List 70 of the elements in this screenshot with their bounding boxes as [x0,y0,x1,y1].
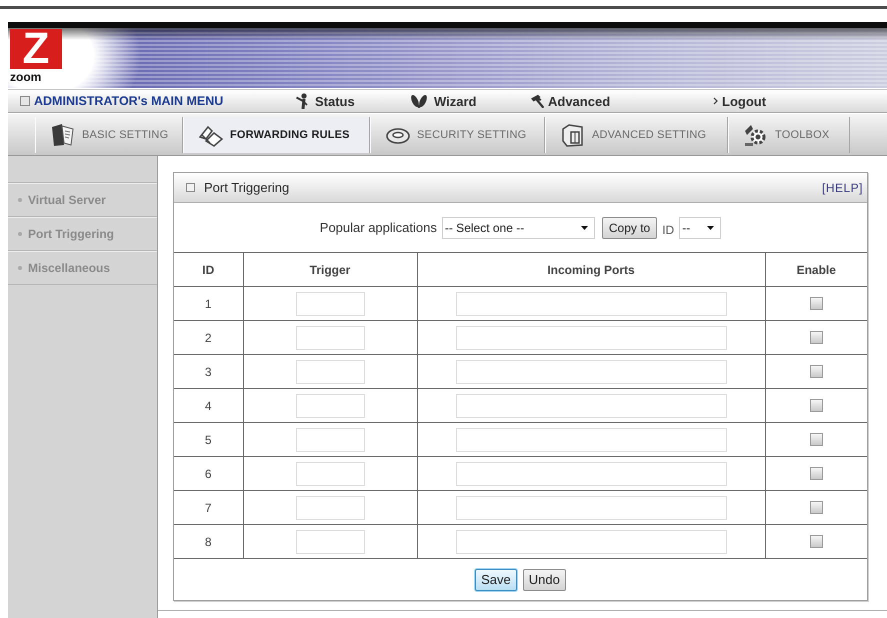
menu-link[interactable]: Wizard [410,94,530,108]
row-id: 3 [204,364,212,378]
panel-title: Port Triggering [204,180,290,195]
enable-checkbox[interactable] [810,534,823,548]
logo-text: zoom [10,70,42,84]
enable-checkbox[interactable] [810,466,823,480]
hammer-icon [530,94,544,108]
enable-checkbox[interactable] [810,364,823,378]
incoming-ports-field[interactable] [456,292,726,316]
column-header: Incoming Ports [417,252,765,286]
menu-link[interactable]: Advanced [530,94,713,108]
caret-icon [580,226,588,230]
trigger-field[interactable] [296,462,364,486]
person-icon [295,93,309,109]
incoming-ports-field[interactable] [456,360,726,384]
row-id: 5 [204,432,212,446]
nav-tab[interactable]: SECURITY SETTING [370,116,545,152]
incoming-ports-field[interactable] [456,394,726,418]
incoming-ports-field[interactable] [456,496,726,520]
nav-tab[interactable]: TOOLBOX [728,116,850,152]
copy-to-button[interactable]: Copy to [602,216,658,238]
hands-icon [410,94,428,108]
column-header: Enable [765,252,867,286]
column-header: Trigger [243,252,417,286]
incoming-ports-field[interactable] [456,462,726,486]
bullet-icon [18,198,22,202]
bullet-icon [18,266,22,270]
trigger-field[interactable] [296,428,364,452]
menu-title[interactable]: ADMINISTRATOR's MAIN MENU [34,94,224,108]
nav-tab[interactable]: BASIC SETTING [35,116,183,152]
enable-checkbox[interactable] [810,398,823,412]
id-select[interactable]: -- [679,216,722,238]
column-header: ID [174,252,243,286]
chevron-icon [713,97,718,105]
logo-mark: Z [10,29,62,69]
application-select[interactable]: -- Select one -- [442,216,595,238]
incoming-ports-field[interactable] [456,326,726,350]
incoming-ports-field[interactable] [456,428,726,452]
enable-checkbox[interactable] [810,432,823,446]
row-id: 4 [204,398,212,412]
nav-tab[interactable]: FORWARDING RULES [183,116,370,152]
cabinet-icon [560,122,586,146]
help-link[interactable]: [HELP] [822,180,863,194]
row-id: 7 [204,500,212,514]
book-icon [50,122,76,146]
trigger-field[interactable] [296,360,364,384]
nav-tab[interactable]: ADVANCED SETTING [545,116,728,152]
row-id: 2 [204,330,212,344]
menu-link[interactable]: Logout [713,94,766,108]
menu-link[interactable]: Status [295,93,410,109]
square-icon [186,183,195,192]
row-id: 1 [204,296,212,310]
popular-applications-label: Popular applications [320,220,437,235]
trigger-field[interactable] [296,530,364,554]
action-button[interactable]: Undo [522,568,566,590]
id-label: ID [662,222,674,236]
trigger-field[interactable] [296,394,364,418]
enable-checkbox[interactable] [810,500,823,514]
bullet-icon [18,232,22,236]
enable-checkbox[interactable] [810,296,823,310]
action-button[interactable]: Save [475,568,517,590]
incoming-ports-field[interactable] [456,530,726,554]
row-id: 6 [204,466,212,480]
row-id: 8 [204,534,212,548]
caret-icon [707,226,714,230]
trigger-field[interactable] [296,496,364,520]
enable-checkbox[interactable] [810,330,823,344]
trigger-field[interactable] [296,326,364,350]
square-icon [20,96,30,106]
trigger-field[interactable] [296,292,364,316]
